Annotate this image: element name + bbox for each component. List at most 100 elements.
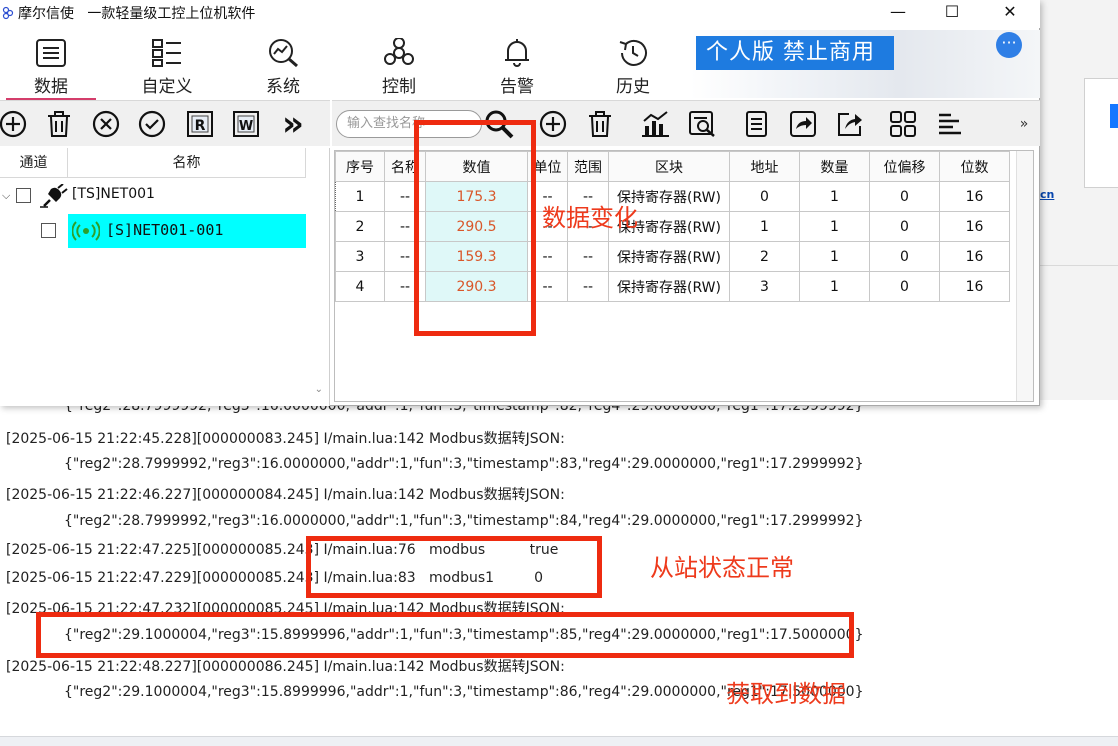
trend-button[interactable] xyxy=(638,107,672,141)
inspect-button[interactable] xyxy=(685,107,719,141)
annotation-box-status xyxy=(306,536,602,598)
write-icon: W xyxy=(233,111,259,137)
tree-node-selected[interactable]: [S]NET001-001 xyxy=(68,214,306,248)
log-line: [2025-06-15 21:22:48.227][000000086.245]… xyxy=(6,659,565,675)
cell-index: 2 xyxy=(335,211,385,242)
nav-custom[interactable]: 自定义 xyxy=(122,38,212,100)
background-link[interactable]: cn xyxy=(1040,188,1054,201)
nav-history[interactable]: 历史 xyxy=(588,38,678,100)
forward-button[interactable] xyxy=(786,107,820,141)
cell-index: 3 xyxy=(335,241,385,272)
background-app-panel: cn xyxy=(1040,0,1118,400)
add-icon xyxy=(539,110,567,138)
col-header[interactable]: 区块 xyxy=(608,151,730,182)
col-header[interactable]: 数量 xyxy=(799,151,870,182)
nav-custom-label: 自定义 xyxy=(141,77,193,97)
cell-count: 1 xyxy=(799,211,870,242)
scroll-down-icon[interactable]: ⌄ xyxy=(315,384,323,395)
cell-address: 0 xyxy=(729,181,800,212)
cell-count: 1 xyxy=(799,271,870,302)
read-glyph: R xyxy=(195,118,206,134)
col-header[interactable]: 范围 xyxy=(567,151,609,182)
toolbar-overflow-button[interactable]: » xyxy=(1012,107,1036,141)
channel-tree: 通道 名称 ⌵ [TS]NET001 [S]NET001-001 ⌄ xyxy=(0,148,330,406)
cell-bits: 16 xyxy=(939,211,1010,242)
col-header[interactable]: 位数 xyxy=(939,151,1010,182)
nav-system[interactable]: 系统 xyxy=(238,38,328,100)
annotation-data-change: 数据变化 xyxy=(542,204,638,232)
doc-search-icon xyxy=(689,111,715,137)
more-menu-button[interactable]: ··· xyxy=(996,32,1022,58)
background-divider xyxy=(1040,265,1118,266)
close-button[interactable]: ✕ xyxy=(982,0,1038,26)
layout-button[interactable] xyxy=(886,107,920,141)
cell-bits: 16 xyxy=(939,181,1010,212)
delete-icon xyxy=(48,111,70,137)
cell-bits: 16 xyxy=(939,271,1010,302)
expand-chevron-icon[interactable]: ⌵ xyxy=(2,189,10,203)
document-icon xyxy=(746,111,767,137)
maximize-button[interactable]: ☐ xyxy=(924,0,980,26)
annotation-box-values xyxy=(414,120,536,336)
export-icon xyxy=(838,113,862,136)
cell-range: -- xyxy=(567,271,609,302)
read-icon: R xyxy=(187,111,213,137)
window-title: 摩尔信使 一款轻量级工控上位机软件 xyxy=(18,6,256,22)
title-bar: 摩尔信使 一款轻量级工控上位机软件 — ☐ ✕ xyxy=(0,0,1040,28)
more-tools-button[interactable]: » xyxy=(276,107,310,141)
plug-icon xyxy=(40,184,68,208)
nav-alarm-label: 告警 xyxy=(500,77,534,97)
cell-bit-offset: 0 xyxy=(869,211,940,242)
write-glyph: W xyxy=(239,119,253,134)
cell-bit-offset: 0 xyxy=(869,271,940,302)
nav-alarm[interactable]: 告警 xyxy=(472,38,562,100)
cell-count: 1 xyxy=(799,241,870,272)
cell-address: 2 xyxy=(729,241,800,272)
read-button[interactable]: R xyxy=(183,107,217,141)
col-header[interactable]: 地址 xyxy=(729,151,800,182)
cancel-button[interactable] xyxy=(89,107,123,141)
cell-block: 保持寄存器(RW) xyxy=(608,271,730,302)
export-button[interactable] xyxy=(833,107,867,141)
background-card xyxy=(1084,78,1118,188)
col-header[interactable]: 序号 xyxy=(335,151,385,182)
tree-checkbox[interactable] xyxy=(41,223,56,238)
cell-bit-offset: 0 xyxy=(869,181,940,212)
nav-system-label: 系统 xyxy=(266,77,300,97)
delete-icon xyxy=(589,111,611,137)
tree-node-label[interactable]: [TS]NET001 xyxy=(72,186,155,202)
add-tag-button[interactable] xyxy=(536,107,570,141)
cell-bits: 16 xyxy=(939,241,1010,272)
cell-address: 3 xyxy=(729,271,800,302)
grid-icon xyxy=(890,111,916,137)
confirm-button[interactable] xyxy=(135,107,169,141)
col-header[interactable]: 位偏移 xyxy=(869,151,940,182)
copy-button[interactable] xyxy=(739,107,773,141)
forward-icon xyxy=(790,111,816,137)
tree-header-name: 名称 xyxy=(68,148,306,178)
minimize-button[interactable]: — xyxy=(870,0,926,26)
log-statusbar xyxy=(0,736,1118,746)
cell-address: 1 xyxy=(729,211,800,242)
history-icon xyxy=(619,39,647,66)
cell-bit-offset: 0 xyxy=(869,241,940,272)
add-node-button[interactable] xyxy=(0,107,30,141)
tree-checkbox[interactable] xyxy=(16,188,31,203)
log-line: {"reg2":28.7999992,"reg3":16.0000000,"ad… xyxy=(64,456,864,472)
annotation-slave-ok: 从站状态正常 xyxy=(650,554,794,582)
nav-data[interactable]: 数据 xyxy=(6,38,96,100)
nav-data-label: 数据 xyxy=(34,77,68,97)
align-button[interactable] xyxy=(933,107,967,141)
app-logo-icon xyxy=(2,6,14,20)
network-icon xyxy=(384,38,414,65)
nav-control[interactable]: 控制 xyxy=(354,38,444,100)
left-toolbar: R W » xyxy=(0,100,330,146)
delete-tag-button[interactable] xyxy=(583,107,617,141)
write-button[interactable]: W xyxy=(229,107,263,141)
delete-node-button[interactable] xyxy=(42,107,76,141)
license-banner: 个人版 禁止商用 xyxy=(696,36,894,70)
log-line: [2025-06-15 21:22:46.227][000000084.245]… xyxy=(6,487,565,503)
table-scrollbar[interactable] xyxy=(1016,151,1033,401)
check-icon xyxy=(138,110,166,138)
align-left-icon xyxy=(939,113,961,135)
